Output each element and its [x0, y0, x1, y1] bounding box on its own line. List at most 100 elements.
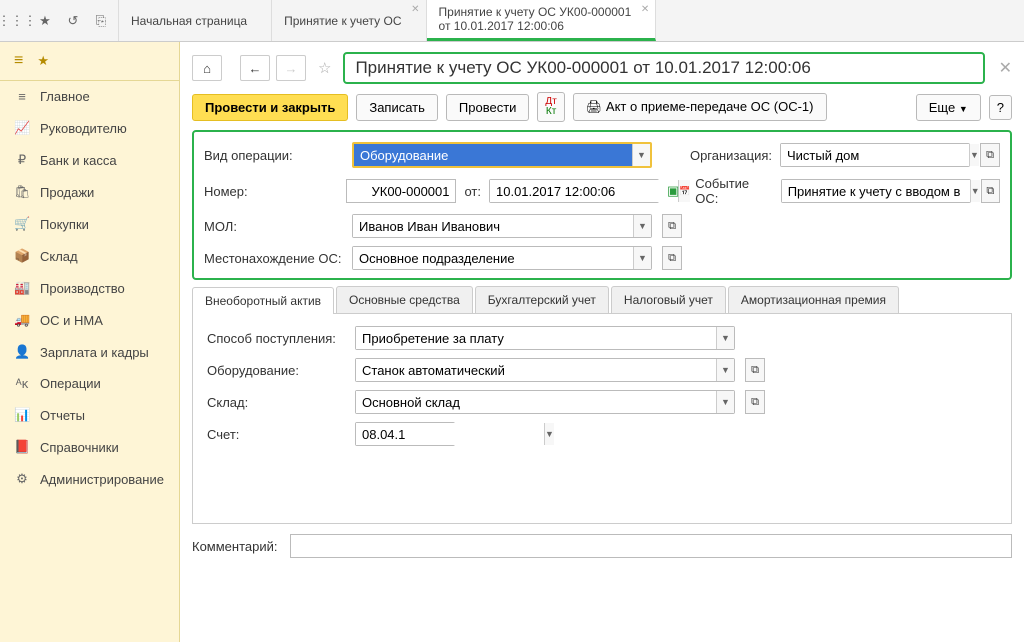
- favorite-toggle-icon[interactable]: ☆: [318, 59, 331, 77]
- close-icon[interactable]: ✕: [641, 4, 649, 15]
- method-field[interactable]: ▼: [355, 326, 735, 350]
- dt-kt-button[interactable]: ДтКт: [537, 92, 564, 122]
- open-ref-icon[interactable]: ⧉: [745, 358, 765, 382]
- open-ref-icon[interactable]: ⧉: [745, 390, 765, 414]
- favorite-icon[interactable]: ★: [37, 53, 49, 69]
- op-type-field[interactable]: ▼: [352, 142, 652, 168]
- sidebar: ≡ ★ ≡ Главное 📈Руководителю₽Банк и касса🛍П…: [0, 42, 180, 642]
- open-ref-icon[interactable]: ⧉: [981, 179, 1000, 203]
- sidebar-item-7[interactable]: 🚚ОС и НМА: [0, 304, 179, 336]
- dropdown-icon[interactable]: ▼: [633, 215, 651, 237]
- post-button[interactable]: Провести: [446, 94, 530, 121]
- sidebar-label: Банк и касса: [40, 153, 117, 168]
- detail-tab-2[interactable]: Бухгалтерский учет: [475, 286, 609, 313]
- sidebar-item-0[interactable]: ≡ Главное: [0, 81, 179, 112]
- dropdown-icon[interactable]: ▼: [544, 423, 554, 445]
- date-input[interactable]: [490, 180, 678, 202]
- open-ref-icon[interactable]: ⧉: [662, 214, 682, 238]
- method-input[interactable]: [356, 327, 716, 349]
- save-button[interactable]: Записать: [356, 94, 438, 121]
- sidebar-item-4[interactable]: 🛒Покупки: [0, 208, 179, 240]
- forward-button[interactable]: →: [276, 55, 306, 81]
- open-ref-icon[interactable]: ⧉: [662, 246, 682, 270]
- tab-doc-current[interactable]: Принятие к учету ОС УК00-000001 от 10.01…: [427, 0, 657, 41]
- sidebar-label: Склад: [40, 249, 78, 264]
- event-field[interactable]: ▼: [781, 179, 971, 203]
- sidebar-item-1[interactable]: 📈Руководителю: [0, 112, 179, 144]
- sidebar-item-3[interactable]: 🛍Продажи: [0, 176, 179, 208]
- dropdown-icon[interactable]: ▼: [632, 144, 650, 166]
- account-input[interactable]: [356, 423, 544, 445]
- mol-field[interactable]: ▼: [352, 214, 652, 238]
- back-button[interactable]: ←: [240, 55, 270, 81]
- status-icon: ▣: [667, 183, 679, 199]
- apps-icon[interactable]: ⋮⋮⋮: [8, 12, 26, 30]
- header-form-section: Вид операции: ▼ Организация: ▼ ⧉ Номер: …: [192, 130, 1012, 280]
- calendar-icon[interactable]: 📅: [678, 180, 690, 202]
- dropdown-icon[interactable]: ▼: [716, 359, 734, 381]
- sidebar-item-12[interactable]: ⚙Администрирование: [0, 463, 179, 495]
- dropdown-icon[interactable]: ▼: [716, 327, 734, 349]
- sidebar-icon: 🚚: [14, 312, 30, 328]
- org-field[interactable]: ▼: [780, 143, 970, 167]
- store-field[interactable]: ▼: [355, 390, 735, 414]
- help-button[interactable]: ?: [989, 95, 1012, 120]
- menu-icon[interactable]: ≡: [14, 52, 23, 70]
- org-input[interactable]: [781, 144, 969, 166]
- print-act-button[interactable]: 🖨 Акт о приеме-передаче ОС (ОС-1): [573, 93, 827, 121]
- sidebar-item-9[interactable]: ᴬᴋОперации: [0, 368, 179, 399]
- sidebar-label: Руководителю: [40, 121, 127, 136]
- sidebar-label: Продажи: [40, 185, 94, 200]
- sidebar-label: Покупки: [40, 217, 89, 232]
- location-input[interactable]: [353, 247, 633, 269]
- close-icon[interactable]: ✕: [999, 58, 1012, 78]
- close-icon[interactable]: ✕: [411, 4, 419, 15]
- star-icon[interactable]: ★: [36, 12, 54, 30]
- document-tabs: Начальная страница Принятие к учету ОС ✕…: [119, 0, 656, 41]
- sidebar-item-11[interactable]: 📕Справочники: [0, 431, 179, 463]
- account-field[interactable]: ▼: [355, 422, 455, 446]
- tab-home[interactable]: Начальная страница: [119, 0, 272, 41]
- sidebar-icon: 🏭: [14, 280, 30, 296]
- comment-label: Комментарий:: [192, 539, 282, 554]
- sidebar-item-10[interactable]: 📊Отчеты: [0, 399, 179, 431]
- store-input[interactable]: [356, 391, 716, 413]
- dropdown-icon[interactable]: ▼: [970, 180, 980, 202]
- sidebar-label: Главное: [40, 89, 90, 104]
- detail-tab-body: Способ поступления: ▼ Оборудование: ▼ ⧉ …: [192, 314, 1012, 524]
- equipment-field[interactable]: ▼: [355, 358, 735, 382]
- sidebar-item-8[interactable]: 👤Зарплата и кадры: [0, 336, 179, 368]
- event-label: Событие ОС:: [695, 176, 772, 206]
- tab-doc-list[interactable]: Принятие к учету ОС ✕: [272, 0, 426, 41]
- link-icon[interactable]: ⎘: [92, 12, 110, 30]
- detail-tab-0[interactable]: Внеоборотный актив: [192, 287, 334, 314]
- equipment-input[interactable]: [356, 359, 716, 381]
- dropdown-icon[interactable]: ▼: [969, 144, 979, 166]
- store-label: Склад:: [207, 395, 347, 410]
- detail-tab-4[interactable]: Амортизационная премия: [728, 286, 899, 313]
- event-input[interactable]: [782, 180, 970, 202]
- tab-label: Начальная страница: [131, 14, 247, 28]
- sidebar-icon: ≡: [14, 89, 30, 104]
- history-icon[interactable]: ↺: [64, 12, 82, 30]
- detail-tab-3[interactable]: Налоговый учет: [611, 286, 726, 313]
- sidebar-label: Отчеты: [40, 408, 85, 423]
- dropdown-icon[interactable]: ▼: [716, 391, 734, 413]
- more-button[interactable]: Еще ▼: [916, 94, 981, 121]
- sidebar-item-5[interactable]: 📦Склад: [0, 240, 179, 272]
- op-type-input[interactable]: [354, 144, 632, 166]
- sidebar-item-6[interactable]: 🏭Производство: [0, 272, 179, 304]
- comment-input[interactable]: [290, 534, 1012, 558]
- method-label: Способ поступления:: [207, 331, 347, 346]
- open-ref-icon[interactable]: ⧉: [980, 143, 1000, 167]
- home-button[interactable]: ⌂: [192, 55, 222, 81]
- mol-input[interactable]: [353, 215, 633, 237]
- location-field[interactable]: ▼: [352, 246, 652, 270]
- post-and-close-button[interactable]: Провести и закрыть: [192, 94, 348, 121]
- sidebar-item-2[interactable]: ₽Банк и касса: [0, 144, 179, 176]
- print-icon: 🖨: [586, 99, 606, 114]
- date-field[interactable]: 📅: [489, 179, 659, 203]
- dropdown-icon[interactable]: ▼: [633, 247, 651, 269]
- number-input[interactable]: [346, 179, 456, 203]
- detail-tab-1[interactable]: Основные средства: [336, 286, 473, 313]
